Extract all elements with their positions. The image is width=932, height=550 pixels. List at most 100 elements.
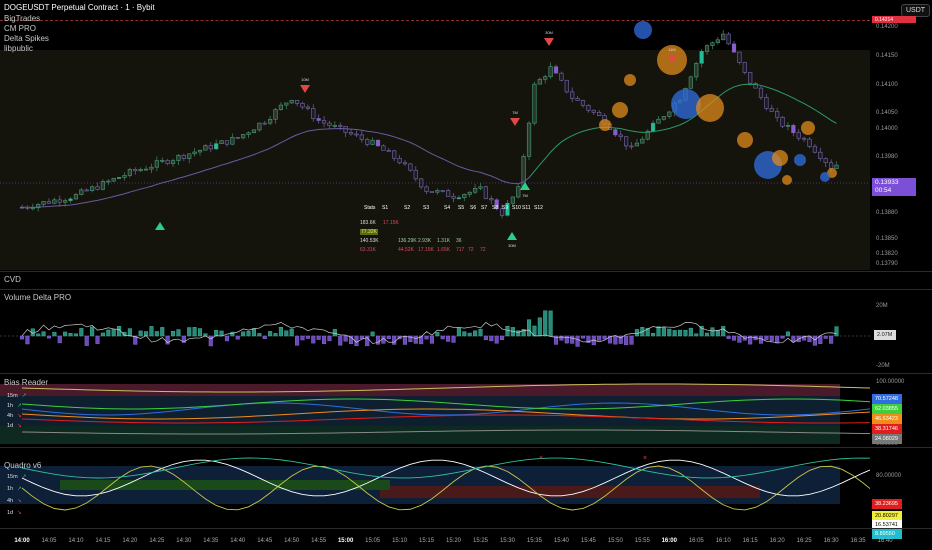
delta-bar xyxy=(661,327,666,337)
delta-bar xyxy=(834,326,839,337)
delta-bar xyxy=(46,335,52,339)
delta-bar xyxy=(187,327,192,337)
delta-bar xyxy=(149,326,154,337)
candle xyxy=(375,139,381,147)
candle xyxy=(90,186,95,191)
delta-bar xyxy=(624,335,629,346)
delta-bar xyxy=(268,331,273,337)
delta-bar xyxy=(602,335,607,340)
delta-bar xyxy=(57,335,62,344)
candle xyxy=(84,189,89,192)
sell-arrow-icon xyxy=(510,118,520,126)
delta-bar xyxy=(224,335,230,342)
chart-title: DOGEUSDT Perpetual Contract · 1 · Bybit xyxy=(4,3,155,12)
candle xyxy=(208,145,213,150)
delta-bar xyxy=(758,335,764,344)
delta-bar xyxy=(424,335,429,340)
delta-bar xyxy=(138,330,143,337)
candle xyxy=(618,134,623,137)
delta-bar xyxy=(791,335,796,342)
candle xyxy=(203,145,208,151)
delta-bar xyxy=(683,329,688,337)
time-tick: 14:15 xyxy=(95,538,111,544)
candle xyxy=(510,196,515,204)
bias-zone-top xyxy=(0,384,840,396)
candle xyxy=(214,143,219,150)
delta-bar xyxy=(575,335,580,347)
candle xyxy=(57,199,62,203)
stats-cell: 72 xyxy=(468,247,474,253)
indicator-cm-pro[interactable]: CM PRO xyxy=(4,24,36,34)
delta-bar xyxy=(731,335,737,341)
trend-up-icon: ↗ xyxy=(21,474,27,480)
last-price: 0.13933 xyxy=(875,179,899,186)
candle xyxy=(268,118,273,124)
delta-bar xyxy=(570,335,575,344)
time-tick: 14:30 xyxy=(176,538,192,544)
candle xyxy=(591,109,596,113)
candle xyxy=(230,136,235,145)
delta-bar xyxy=(543,310,548,337)
delta-bar xyxy=(580,335,586,339)
candle xyxy=(834,164,839,169)
candle xyxy=(138,169,143,172)
pane-divider[interactable] xyxy=(0,271,932,272)
candle xyxy=(812,146,818,153)
bias-zone-bottom xyxy=(0,426,840,444)
candle xyxy=(392,150,397,159)
trend-down-icon: ↘ xyxy=(17,423,22,429)
delta-bar xyxy=(829,335,834,344)
quadro-pane[interactable]: × × xyxy=(0,448,870,528)
volume-delta-pane[interactable] xyxy=(0,290,870,372)
indicator-delta-spikes[interactable]: Delta Spikes xyxy=(4,34,49,44)
delta-bar xyxy=(451,335,456,343)
candle xyxy=(219,140,224,144)
indicator-bigtrades[interactable]: BigTrades xyxy=(4,14,40,24)
delta-bar xyxy=(721,326,726,337)
candle xyxy=(553,66,559,74)
delta-bar xyxy=(176,329,181,337)
bias-row-1h: 1h ↗ xyxy=(7,403,22,409)
candle xyxy=(650,122,656,132)
price-chart[interactable]: 10M 7M 30M 11M 7M 30M xyxy=(0,0,870,270)
candle xyxy=(478,186,483,189)
candle xyxy=(483,186,488,199)
bias-reader-pane[interactable] xyxy=(0,374,870,447)
stats-header: S4 xyxy=(444,205,451,211)
stats-cell: 1.65K xyxy=(437,247,451,253)
quadro-zone-green xyxy=(60,480,390,490)
delta-bar xyxy=(241,331,246,337)
candle xyxy=(742,62,747,73)
trade-size-label: 11M xyxy=(668,47,675,52)
candle xyxy=(526,122,532,157)
delta-bar xyxy=(392,335,397,345)
big-trade-bubble xyxy=(820,172,830,182)
candle xyxy=(278,104,284,110)
stats-cell: 136.29K xyxy=(398,238,417,244)
candle xyxy=(311,108,316,119)
quadro-row-15m: 15m ↗ xyxy=(7,474,26,480)
delta-bar xyxy=(322,335,327,344)
candle xyxy=(704,45,710,52)
stats-header: S11 xyxy=(522,205,531,211)
candle xyxy=(149,166,154,170)
bias-value: 62.03855 xyxy=(872,404,902,414)
delta-bar xyxy=(678,329,683,337)
time-tick: 15:30 xyxy=(499,538,515,544)
price-axis[interactable] xyxy=(870,0,932,270)
indicator-libpublic[interactable]: libpublic xyxy=(4,44,33,54)
stats-cell: 44.52K xyxy=(398,247,414,253)
time-tick: 16:25 xyxy=(796,538,812,544)
time-tick: 15:15 xyxy=(419,538,435,544)
delta-bar xyxy=(413,335,418,344)
candle xyxy=(192,151,197,155)
trend-up-icon: ↗ xyxy=(17,486,22,492)
quadro-row-1d: 1d ↘ xyxy=(7,510,22,516)
candle xyxy=(154,160,159,168)
candle xyxy=(359,134,364,140)
candle xyxy=(176,154,181,161)
candle xyxy=(451,196,456,199)
big-trade-bubble xyxy=(671,89,701,119)
price-tick: 0.13850 xyxy=(876,236,898,242)
candle xyxy=(224,140,230,145)
